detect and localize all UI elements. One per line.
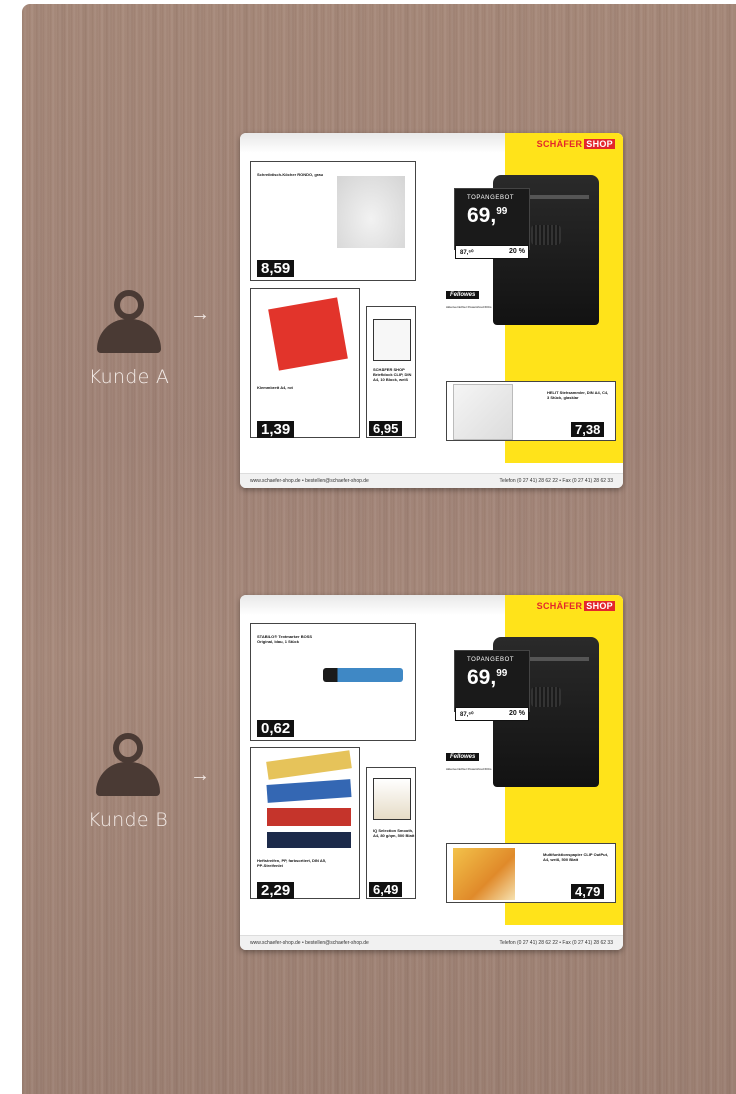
product-title: IQ Selection Smooth, A4, 80 g/qm, 500 Bl…	[373, 828, 415, 838]
product-image	[267, 832, 351, 848]
customer-b-label: Kunde B	[88, 809, 168, 831]
product-tile: Klemmbrett A4, rot 1,39	[250, 288, 360, 438]
product-title: STABILO® Textmarker BOSS Original, blau,…	[257, 634, 313, 644]
product-image	[373, 778, 411, 820]
top-offer-badge: TOPANGEBOT 69,99	[455, 189, 529, 249]
catalog-page-b: SCHÄFER SHOP STABILO® Textmarker BOSS Ori…	[240, 595, 623, 950]
product-image	[266, 779, 352, 803]
product-title: Klemmbrett A4, rot	[257, 385, 293, 390]
catalog-page-a: SCHÄFER SHOP Schreibtisch-Köcher RONDO, g…	[240, 133, 623, 488]
product-tile: IQ Selection Smooth, A4, 80 g/qm, 500 Bl…	[366, 767, 416, 899]
discount-badge: 87,⁶⁰ 20 %	[455, 245, 529, 259]
customer-a-label: Kunde A	[88, 366, 170, 388]
person-icon	[96, 733, 160, 797]
shredder-description: Aktenvernichter Powershred 60Cs	[446, 767, 492, 771]
product-price: 6,49	[369, 882, 403, 897]
product-title: SCHÄFER SHOP Briefblock CLIP, DIN A4, 10…	[373, 367, 412, 382]
product-price: 0,62	[257, 720, 295, 737]
fellowes-logo: Fellowes	[446, 291, 480, 299]
product-tile: Heftstreifen, PP, farbsortiert, DIN A5, …	[250, 747, 360, 899]
product-image	[266, 750, 352, 780]
product-title: HELIT Stehsammler, DIN A4, C4, 3 Stück, …	[547, 390, 609, 400]
product-tile: Schreibtisch-Köcher RONDO, grau 8,59	[250, 161, 416, 281]
product-image	[373, 319, 411, 361]
product-price: 1,39	[257, 421, 295, 438]
shredder-description: Aktenvernichter Powershred 60Cs	[446, 305, 492, 309]
product-title: Multifunktionspapier CLIP OutPut, A4, we…	[543, 852, 609, 862]
brand-logo: SCHÄFER SHOP	[536, 601, 615, 611]
product-image	[337, 176, 405, 248]
product-tile: STABILO® Textmarker BOSS Original, blau,…	[250, 623, 416, 741]
product-image	[267, 808, 351, 826]
product-title: Heftstreifen, PP, farbsortiert, DIN A5, …	[257, 858, 327, 868]
product-tile: SCHÄFER SHOP Briefblock CLIP, DIN A4, 10…	[366, 306, 416, 438]
brand-logo: SCHÄFER SHOP	[536, 139, 615, 149]
product-price: 8,59	[257, 260, 295, 277]
person-icon	[97, 290, 161, 354]
fellowes-logo: Fellowes	[446, 753, 480, 761]
product-price: 4,79	[571, 884, 605, 899]
product-image	[268, 297, 348, 371]
product-price: 2,29	[257, 882, 295, 899]
product-tile: Multifunktionspapier CLIP OutPut, A4, we…	[446, 843, 616, 903]
customer-a: Kunde A	[69, 290, 189, 388]
product-price: 7,38	[571, 422, 605, 437]
catalog-footer: www.schaefer-shop.de • bestellen@schaefe…	[240, 935, 623, 950]
arrow-right-icon: →	[190, 303, 210, 325]
product-title: Schreibtisch-Köcher RONDO, grau	[257, 172, 324, 177]
product-image	[453, 848, 515, 900]
catalog-footer: www.schaefer-shop.de • bestellen@schaefe…	[240, 473, 623, 488]
arrow-right-icon: →	[190, 764, 210, 786]
top-offer-badge: TOPANGEBOT 69,99	[455, 651, 529, 711]
customer-b: Kunde B	[68, 733, 188, 831]
product-image	[323, 668, 403, 682]
product-price: 6,95	[369, 421, 403, 436]
product-image	[453, 384, 513, 440]
product-tile: HELIT Stehsammler, DIN A4, C4, 3 Stück, …	[446, 381, 616, 441]
discount-badge: 87,⁶⁰ 20 %	[455, 707, 529, 721]
